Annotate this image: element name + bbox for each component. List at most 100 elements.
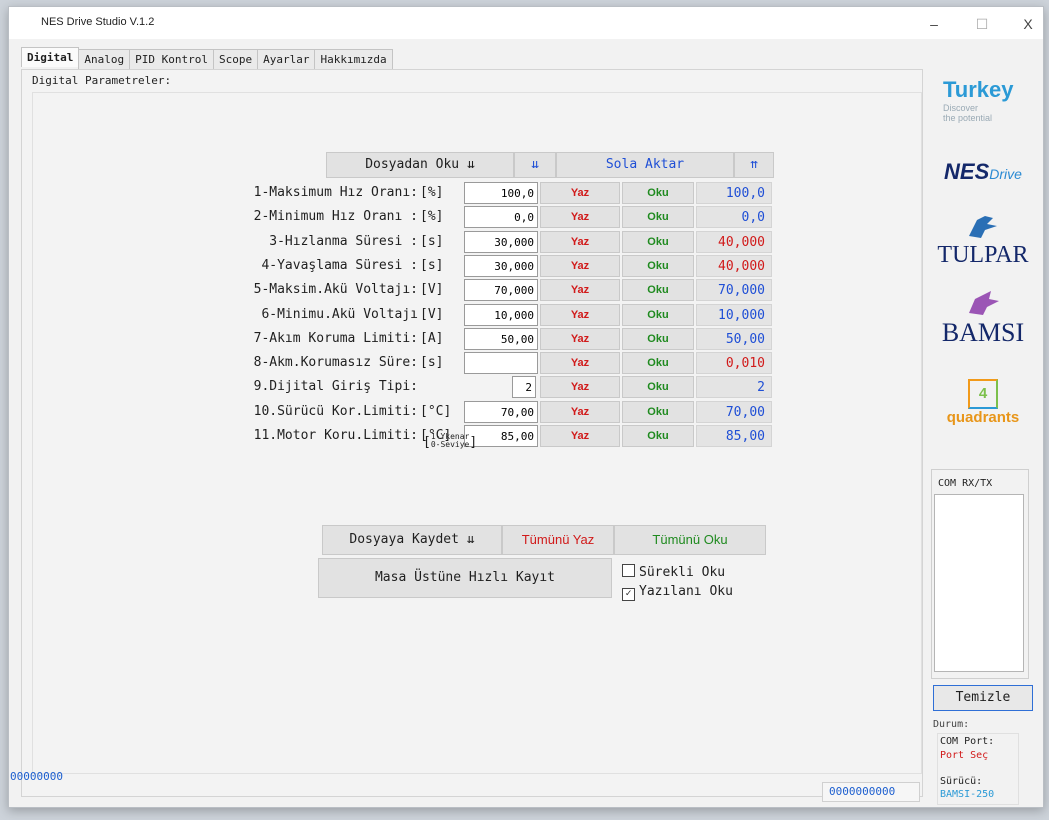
tulpar-horse-icon xyxy=(969,216,997,238)
tab-pid-kontrol[interactable]: PID Kontrol xyxy=(129,49,214,69)
com-rx-tx-log[interactable] xyxy=(934,494,1024,672)
write-button[interactable]: Yaz xyxy=(540,328,620,350)
tulpar-logo: TULPAR xyxy=(927,212,1039,267)
save-to-file-button[interactable]: Dosyaya Kaydet ⇊ xyxy=(322,525,502,555)
durum-label: Durum: xyxy=(933,719,970,730)
param-unit: [%] xyxy=(420,209,444,224)
write-button[interactable]: Yaz xyxy=(540,206,620,228)
turkey-logo: Turkey Discover the potential xyxy=(943,77,1049,123)
com-rx-tx-group: COM RX/TX xyxy=(931,469,1029,679)
quadrants-icon: 4 xyxy=(968,379,998,409)
read-button[interactable]: Oku xyxy=(622,182,694,204)
read-button[interactable]: Oku xyxy=(622,401,694,423)
param-label: 5-Maksim.Akü Voltajı: xyxy=(253,282,418,297)
quadrants-logo: 4 quadrants xyxy=(927,379,1039,426)
param-input[interactable] xyxy=(464,182,538,204)
read-button[interactable]: Oku xyxy=(622,304,694,326)
read-all-button[interactable]: Tümünü Oku xyxy=(614,525,766,555)
write-button[interactable]: Yaz xyxy=(540,401,620,423)
param-input[interactable] xyxy=(464,352,538,374)
param-label: 1-Maksimum Hız Oranı: xyxy=(253,185,418,200)
continuous-read-label: Sürekli Oku xyxy=(639,565,726,580)
read-button[interactable]: Oku xyxy=(622,376,694,398)
read-button[interactable]: Oku xyxy=(622,352,694,374)
turkey-logo-sub1: Discover xyxy=(943,103,979,113)
param-unit: [s] xyxy=(420,234,444,249)
bamsi-horse-icon xyxy=(969,291,999,315)
close-button[interactable]: X xyxy=(1017,15,1039,33)
read-value: 85,00 xyxy=(696,425,772,447)
param-unit: [°C] xyxy=(420,404,452,419)
status-left-value: 00000000 xyxy=(10,770,63,783)
param-unit: [V] xyxy=(420,307,444,322)
param-input[interactable] xyxy=(464,279,538,301)
write-button[interactable]: Yaz xyxy=(540,279,620,301)
tab-scope[interactable]: Scope xyxy=(212,49,259,69)
write-button[interactable]: Yaz xyxy=(540,352,620,374)
status-right-box: 0000000000 xyxy=(822,782,920,802)
read-value: 100,0 xyxy=(696,182,772,204)
param-label: 9.Dijital Giriş Tipi: xyxy=(253,379,418,394)
write-button[interactable]: Yaz xyxy=(540,304,620,326)
param-label: 6-Minimu.Akü Voltajı xyxy=(261,307,418,322)
read-button[interactable]: Oku xyxy=(622,255,694,277)
sola-aktar-button[interactable]: Sola Aktar xyxy=(556,152,734,178)
read-button[interactable]: Oku xyxy=(622,328,694,350)
title-bar: NES Drive Studio V.1.2 – ☐ X xyxy=(9,7,1043,39)
param-unit: [s] xyxy=(420,355,444,370)
read-value: 10,000 xyxy=(696,304,772,326)
transfer-up-button[interactable]: ⇈ xyxy=(734,152,774,178)
minimize-button[interactable]: – xyxy=(923,15,945,33)
write-button[interactable]: Yaz xyxy=(540,255,620,277)
write-button[interactable]: Yaz xyxy=(540,182,620,204)
read-value: 0,010 xyxy=(696,352,772,374)
param-input[interactable] xyxy=(464,206,538,228)
write-all-button[interactable]: Tümünü Yaz xyxy=(502,525,614,555)
com-rx-tx-title: COM RX/TX xyxy=(938,478,993,489)
param-input[interactable] xyxy=(464,401,538,423)
param-label: 7-Akım Koruma Limiti: xyxy=(253,331,418,346)
read-button[interactable]: Oku xyxy=(622,279,694,301)
param-input[interactable] xyxy=(464,231,538,253)
turkey-logo-text: Turkey xyxy=(943,77,1014,102)
param-input[interactable] xyxy=(464,255,538,277)
nes-logo-text: NES xyxy=(944,159,990,184)
write-button[interactable]: Yaz xyxy=(540,425,620,447)
param-unit: [%] xyxy=(420,185,444,200)
status-right-value: 0000000000 xyxy=(829,785,896,798)
read-button[interactable]: Oku xyxy=(622,425,694,447)
read-value: 40,000 xyxy=(696,255,772,277)
continuous-read-checkbox[interactable]: Sürekli Oku xyxy=(622,564,725,580)
param-label: 11.Motor Koru.Limiti: xyxy=(253,428,418,443)
read-written-box[interactable]: ✓ xyxy=(622,588,635,601)
read-from-file-button[interactable]: Dosyadan Oku ⇊ xyxy=(326,152,514,178)
tab-analog[interactable]: Analog xyxy=(78,49,131,69)
param-unit: [A] xyxy=(420,331,444,346)
turkey-logo-sub2: the potential xyxy=(943,113,993,123)
continuous-read-box[interactable] xyxy=(622,564,635,577)
write-button[interactable]: Yaz xyxy=(540,231,620,253)
write-button[interactable]: Yaz xyxy=(540,376,620,398)
read-value: 40,000 xyxy=(696,231,772,253)
input-type-option-2: 0-Seviye xyxy=(430,440,470,449)
param-input[interactable] xyxy=(464,304,538,326)
durum-box: COM Port: Port Seç Sürücü: BAMSI-250 xyxy=(937,733,1019,805)
param-unit: [V] xyxy=(420,282,444,297)
param-input[interactable] xyxy=(464,328,538,350)
surucu-label: Sürücü: xyxy=(940,776,983,787)
read-written-checkbox[interactable]: ✓ Yazılanı Oku xyxy=(622,584,733,601)
param-input[interactable] xyxy=(512,376,536,398)
tab-digital[interactable]: Digital xyxy=(21,47,80,67)
read-written-label: Yazılanı Oku xyxy=(639,584,733,599)
read-button[interactable]: Oku xyxy=(622,206,694,228)
maximize-button[interactable]: ☐ xyxy=(971,15,993,33)
quick-save-desktop-button[interactable]: Masa Üstüne Hızlı Kayıt xyxy=(318,558,612,598)
read-button[interactable]: Oku xyxy=(622,231,694,253)
right-sidebar: Turkey Discover the potential NESDrive T… xyxy=(927,67,1039,807)
param-label: 10.Sürücü Kor.Limiti: xyxy=(253,404,418,419)
tab-hakkimizda[interactable]: Hakkımızda xyxy=(314,49,393,69)
transfer-down-button[interactable]: ⇊ xyxy=(514,152,556,178)
tab-ayarlar[interactable]: Ayarlar xyxy=(257,49,316,69)
param-label: 3-Hızlanma Süresi : xyxy=(269,234,418,249)
clear-button[interactable]: Temizle xyxy=(933,685,1033,711)
